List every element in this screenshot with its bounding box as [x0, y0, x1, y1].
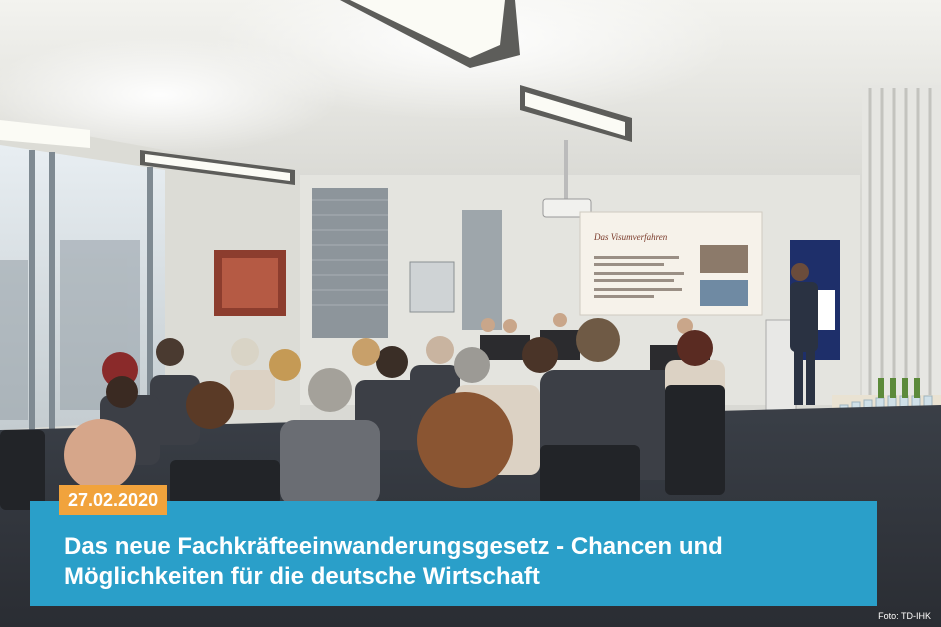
- date-badge: 27.02.2020: [59, 485, 168, 515]
- slide-title: Das Visumverfahren: [593, 232, 668, 242]
- window-right: [462, 210, 502, 330]
- speaker: [790, 282, 818, 352]
- caption-box: Das neue Fachkräfteeinwanderungsgesetz -…: [30, 501, 877, 606]
- caption-title: Das neue Fachkräfteeinwanderungsgesetz -…: [64, 533, 723, 590]
- window-middle: [312, 188, 388, 338]
- photo-credit: Foto: TD-IHK: [878, 611, 931, 621]
